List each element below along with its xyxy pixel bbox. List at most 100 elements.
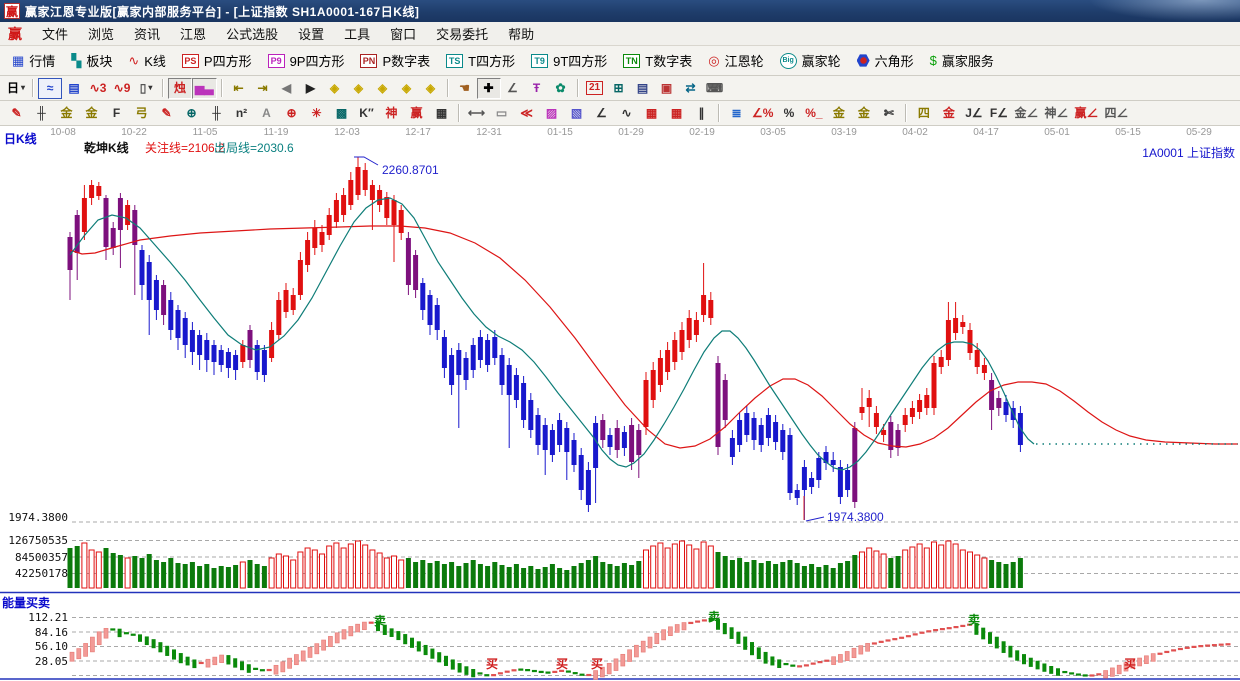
box-tool[interactable]: ▭ [489, 103, 514, 123]
width-tool[interactable]: ⟷ [464, 103, 489, 123]
shen-tool[interactable]: 神 [379, 103, 404, 123]
menu-item-4[interactable]: 公式选股 [216, 21, 288, 46]
mirror-icon: A [262, 106, 271, 120]
next-bar-button[interactable]: ▶ [299, 78, 323, 99]
mirror-tool[interactable]: A [254, 103, 279, 123]
expand-horizontal-button[interactable]: ◈ [371, 78, 395, 99]
notepad-button[interactable]: ▤ [631, 78, 655, 99]
expand-chart-button[interactable]: ◈ [419, 78, 443, 99]
histogram-button[interactable]: ▅▃ [192, 77, 217, 99]
menu-item-9[interactable]: 帮助 [498, 21, 544, 46]
calendar-21-button[interactable]: 21 [583, 78, 607, 99]
target-tool[interactable]: ⊕ [279, 103, 304, 123]
winner-service-button[interactable]: $ 赢家服务 [922, 47, 1002, 74]
9p-square-button[interactable]: P9 9P四方形 [260, 47, 353, 74]
hexagon-button[interactable]: 六角形 [849, 47, 922, 74]
si-tool[interactable]: 四 [911, 103, 936, 123]
fan-box-tool[interactable]: ▨ [539, 103, 564, 123]
wave-chart-button[interactable]: ≈ [38, 77, 63, 99]
sectors-button[interactable]: ▚ 板块 [63, 47, 120, 74]
percent-line-tool[interactable]: %_ [801, 103, 826, 123]
t-square-button[interactable]: TS T四方形 [438, 47, 523, 74]
chart-area[interactable]: 10-08 10-22 11-05 11-19 12-03 12-17 12-31 01-15… [0, 126, 1240, 681]
pen-grid-tool[interactable]: ✎ [154, 103, 179, 123]
t-number-table-button[interactable]: TN T数字表 [615, 47, 700, 74]
last-bar-button[interactable]: ⇥ [251, 78, 275, 99]
gann-box-tool[interactable]: ▦ [639, 103, 664, 123]
percent-tool[interactable]: % [776, 103, 801, 123]
menu-item-7[interactable]: 窗口 [380, 21, 426, 46]
golden-circle-tool[interactable]: 金 [826, 103, 851, 123]
network-button[interactable]: ⇄ [679, 78, 703, 99]
menu-item-1[interactable]: 浏览 [78, 21, 124, 46]
candle-style-button[interactable]: ▯ ▾ [134, 78, 158, 99]
ying-angle-tool[interactable]: 赢∠ [1071, 103, 1101, 123]
terminal-button[interactable]: ⌨ [703, 78, 727, 99]
angle-tool-button[interactable]: ∠ [501, 78, 525, 99]
shen-angle-tool[interactable]: 神∠ [1041, 103, 1071, 123]
gold-angle-entry-tool[interactable]: 金 [936, 103, 961, 123]
pen-tool[interactable]: ✎ [4, 103, 29, 123]
spiral-grid-tool[interactable]: 弓 [129, 103, 154, 123]
price-grid-tool[interactable]: ╫ [29, 103, 54, 123]
9t-square-button[interactable]: T9 9T四方形 [523, 47, 615, 74]
small-kline-9-button[interactable]: ∿9 [110, 78, 134, 99]
menu-item-5[interactable]: 设置 [288, 21, 334, 46]
gann-tool-button[interactable]: Ŧ [525, 78, 549, 99]
menu-item-0[interactable]: 文件 [32, 21, 78, 46]
compress-chart-button[interactable]: ◈ [395, 78, 419, 99]
parallel-lines-tool[interactable]: ∥ [689, 103, 714, 123]
p-square-button[interactable]: PS P四方形 [174, 47, 260, 74]
ruler-grid-tool[interactable]: ▦ [429, 103, 454, 123]
pan-hand-button[interactable]: ☚ [453, 78, 477, 99]
plain-grid-tool[interactable]: ╫ [204, 103, 229, 123]
ying-tool[interactable]: 赢 [404, 103, 429, 123]
squeeze-left-button[interactable]: ◈ [323, 78, 347, 99]
si-angle-tool[interactable]: 四∠ [1101, 103, 1131, 123]
menu-item-3[interactable]: 江恩 [170, 21, 216, 46]
ray-fan-tool[interactable]: ≪ [514, 103, 539, 123]
f-angle-tool[interactable]: F∠ [986, 103, 1011, 123]
p-number-table-button[interactable]: PN P数字表 [352, 47, 438, 74]
k-notation-tool[interactable]: K″ [354, 103, 379, 123]
flame-chart-button[interactable]: 烛 [168, 77, 193, 99]
scissors-tool[interactable]: ✄ [876, 103, 901, 123]
golden-line-tool[interactable]: 金 [851, 103, 876, 123]
first-bar-button[interactable]: ⇤ [227, 78, 251, 99]
crosshair-button[interactable]: ✚ [476, 77, 501, 99]
quotes-button[interactable]: ▦ 行情 [4, 47, 63, 74]
save-button[interactable]: ▣ [655, 78, 679, 99]
sectors-label: 板块 [86, 54, 113, 69]
gold-angle-tool[interactable]: 金∠ [1011, 103, 1041, 123]
circle-grid-tool[interactable]: ⊕ [179, 103, 204, 123]
menu-item-6[interactable]: 工具 [334, 21, 380, 46]
kline-chart[interactable]: 卖 卖 卖买 买 买 买 2260.8701 1974.3800 [0, 126, 1240, 681]
web-box-tool[interactable]: ▩ [329, 103, 354, 123]
small-kline-3-button[interactable]: ∿3 [86, 78, 110, 99]
gold-grid-tool[interactable]: 金 [54, 103, 79, 123]
gold-grid2-tool[interactable]: 金 [79, 103, 104, 123]
angle-lines-tool[interactable]: ∠ [589, 103, 614, 123]
squeeze-right-button[interactable]: ◈ [347, 78, 371, 99]
star-web-tool[interactable]: ✳ [304, 103, 329, 123]
j-angle-icon: J∠ [965, 106, 983, 120]
period-day-button[interactable]: 日 ▾ [4, 78, 28, 99]
winner-wheel-button[interactable]: Big 赢家轮 [772, 47, 849, 74]
menu-item-8[interactable]: 交易委托 [426, 21, 498, 46]
prev-bar-button[interactable]: ◀ [275, 78, 299, 99]
percent-angle-tool[interactable]: ∠% [749, 103, 776, 123]
fan-box2-tool[interactable]: ▧ [564, 103, 589, 123]
retracement-tool[interactable]: ≣ [724, 103, 749, 123]
n2-grid-tool[interactable]: n² [229, 103, 254, 123]
gold-grid2-icon: 金 [85, 106, 98, 120]
gann-box2-tool[interactable]: ▦ [664, 103, 689, 123]
cycle-tool-button[interactable]: ✿ [549, 78, 573, 99]
zigzag-tool[interactable]: ∿ [614, 103, 639, 123]
f-grid-tool[interactable]: F [104, 103, 129, 123]
calculator-button[interactable]: ⊞ [607, 78, 631, 99]
kline-button[interactable]: ∿ K线 [120, 47, 174, 74]
info-list-button[interactable]: ▤ [62, 78, 86, 99]
menu-item-2[interactable]: 资讯 [124, 21, 170, 46]
j-angle-tool[interactable]: J∠ [961, 103, 986, 123]
gann-wheel-button[interactable]: ◎ 江恩轮 [700, 47, 771, 74]
